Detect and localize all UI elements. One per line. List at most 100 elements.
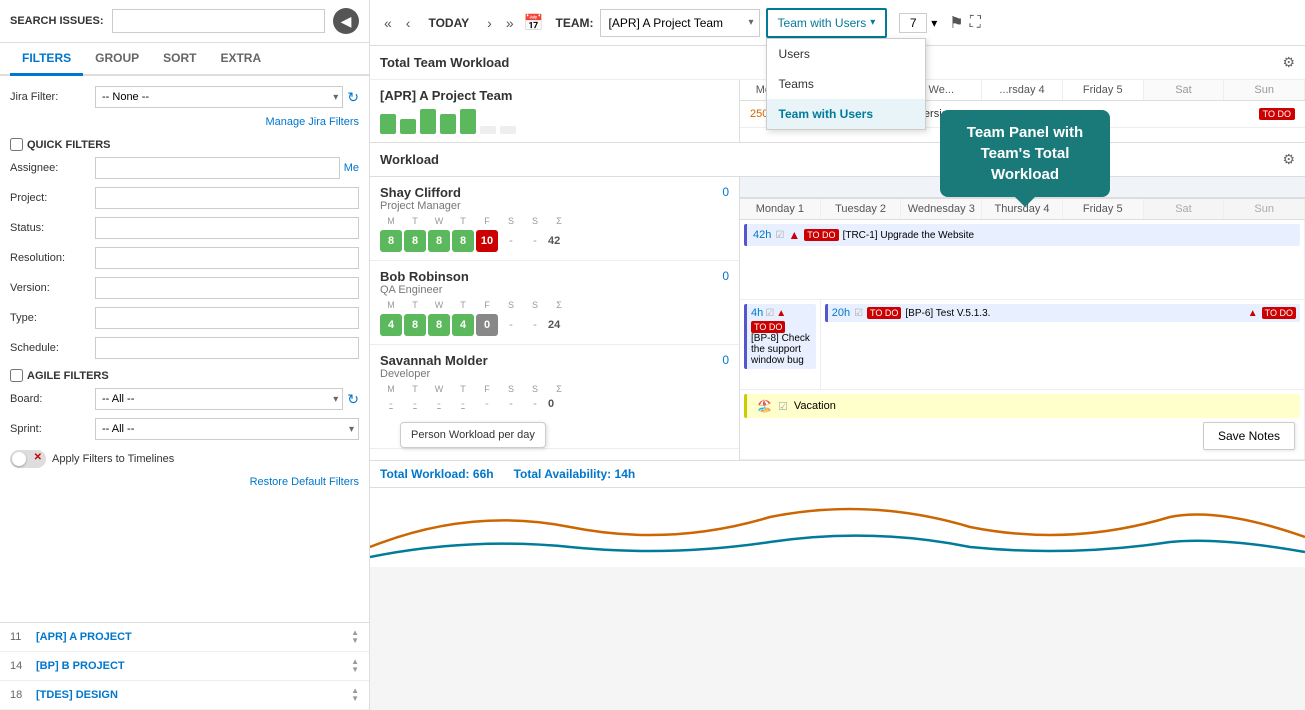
- prev-button[interactable]: ‹: [402, 13, 415, 33]
- bob-issue-bp8[interactable]: 4h ☑ ▲ TO DO [BP-8] Check the support wi…: [744, 304, 816, 369]
- day-shay-0: 8: [380, 230, 402, 252]
- next-next-button[interactable]: »: [502, 13, 518, 33]
- days-row-shay: 8 8 8 8 10 - - 42: [370, 228, 739, 260]
- resolution-label: Resolution:: [10, 252, 95, 264]
- view-mode-button[interactable]: Team with Users ▾: [766, 8, 888, 38]
- person-role-savannah: Developer: [380, 368, 722, 380]
- workload-title: Workload: [380, 152, 1282, 167]
- agile-filters-checkbox[interactable]: [10, 369, 23, 382]
- num-days-dropdown[interactable]: ▾: [929, 14, 939, 32]
- view-option-teams[interactable]: Teams: [767, 69, 925, 99]
- day-sav-2: -: [428, 398, 450, 410]
- workload-persons: Shay Clifford Project Manager 0 M T W T: [370, 177, 740, 460]
- manage-filters-link[interactable]: Manage Jira Filters: [10, 116, 359, 128]
- bar-1: [400, 119, 416, 134]
- person-header-shay: Shay Clifford Project Manager 0: [370, 177, 739, 216]
- total-team-workload-gear-button[interactable]: ⚙: [1282, 54, 1295, 71]
- top-nav: « ‹ TODAY › » 📅 TEAM: [APR] A Project Te…: [370, 0, 1305, 46]
- project-input[interactable]: [95, 187, 359, 209]
- schedule-label: Schedule:: [10, 342, 95, 354]
- jira-filter-select[interactable]: -- None --: [95, 86, 343, 108]
- days-labels-savannah: M T W T F S S Σ: [370, 384, 739, 396]
- projects-list: 11 [APR] A PROJECT ▲ ▼ 14 [BP] B PROJECT…: [0, 622, 369, 710]
- day-sav-1: -: [404, 398, 426, 410]
- sprint-select[interactable]: -- All --: [95, 418, 359, 440]
- tab-sort[interactable]: SORT: [151, 43, 208, 76]
- assignee-input[interactable]: [95, 157, 340, 179]
- next-button[interactable]: ›: [483, 13, 496, 33]
- person-workload-tooltip: Person Workload per day: [400, 422, 546, 448]
- status-input[interactable]: [95, 217, 359, 239]
- person-header-bob: Bob Robinson QA Engineer 0: [370, 261, 739, 300]
- flag-icon[interactable]: ⚑: [949, 13, 963, 33]
- type-input[interactable]: [95, 307, 359, 329]
- apply-filters-label: Apply Filters to Timelines: [52, 453, 174, 465]
- back-button[interactable]: ◀: [333, 8, 359, 34]
- search-input[interactable]: [112, 9, 325, 33]
- board-select[interactable]: -- All --: [95, 388, 343, 410]
- schedule-input[interactable]: [95, 337, 359, 359]
- team-select[interactable]: [APR] A Project Team: [600, 9, 760, 37]
- cal-day-4: Friday 5: [1063, 80, 1144, 100]
- sprint-label: Sprint:: [10, 423, 95, 435]
- jira-filter-select-wrap: -- None --: [95, 86, 343, 108]
- person-role-bob: QA Engineer: [380, 284, 722, 296]
- tab-extra[interactable]: EXTRA: [208, 43, 273, 76]
- agile-filters-title: AGILE FILTERS: [27, 370, 109, 382]
- person-count-shay: 0: [722, 185, 729, 199]
- quick-filters-title: QUICK FILTERS: [27, 139, 111, 151]
- days-labels-shay: M T W T F S S Σ: [370, 216, 739, 228]
- shay-timeline-row: 42h ☑ ▲ TO DO [TRC-1] Upgrade the Websit…: [740, 220, 1305, 300]
- today-button[interactable]: TODAY: [420, 12, 477, 34]
- me-link[interactable]: Me: [344, 162, 359, 174]
- version-input[interactable]: [95, 277, 359, 299]
- expand-icon[interactable]: ⛶: [970, 14, 981, 32]
- cal-day-sun: Sun: [1224, 80, 1305, 100]
- status-label: Status:: [10, 222, 95, 234]
- day-bob-0: 4: [380, 314, 402, 336]
- calendar-icon-button[interactable]: 📅: [524, 13, 544, 33]
- project-item-apr[interactable]: 11 [APR] A PROJECT ▲ ▼: [0, 623, 369, 652]
- day-bob-1: 8: [404, 314, 426, 336]
- save-notes-button[interactable]: Save Notes: [1203, 422, 1295, 450]
- person-row-bob: Bob Robinson QA Engineer 0 M T W T F: [370, 261, 739, 345]
- jira-filter-refresh-icon[interactable]: ↻: [347, 89, 359, 106]
- restore-filters-link[interactable]: Restore Default Filters: [10, 476, 359, 488]
- toggle-knob: [12, 452, 26, 466]
- project-name-bp: [BP] B PROJECT: [36, 660, 347, 672]
- workload-gear-button[interactable]: ⚙: [1282, 151, 1295, 168]
- apply-filters-toggle[interactable]: ✕: [10, 450, 46, 468]
- tab-filters[interactable]: FILTERS: [10, 43, 83, 76]
- prev-prev-button[interactable]: «: [380, 13, 396, 33]
- sprint-select-wrap: -- All --: [95, 418, 359, 440]
- board-refresh-icon[interactable]: ↻: [347, 391, 359, 408]
- project-label: Project:: [10, 192, 95, 204]
- assignee-label: Assignee:: [10, 162, 95, 174]
- project-item-tdes[interactable]: 18 [TDES] DESIGN ▲ ▼: [0, 681, 369, 710]
- days-row-savannah: - - - - - - - 0: [370, 396, 739, 418]
- day-shay-3: 8: [452, 230, 474, 252]
- view-option-users[interactable]: Users: [767, 39, 925, 69]
- project-arrows-bp: ▲ ▼: [351, 658, 359, 674]
- day-shay-1: 8: [404, 230, 426, 252]
- bob-issue-bp6[interactable]: 20h ☑ TO DO [BP-6] Test V.5.1.3. ▲ TO DO: [825, 304, 1300, 322]
- savannah-vacation-block[interactable]: 🏖️ ☑ Vacation: [744, 394, 1300, 418]
- bar-4: [460, 109, 476, 134]
- tab-group[interactable]: GROUP: [83, 43, 151, 76]
- chart-area: [370, 487, 1305, 567]
- person-count-savannah: 0: [722, 353, 729, 367]
- num-days-badge: 7: [899, 13, 927, 33]
- project-arrows-apr: ▲ ▼: [351, 629, 359, 645]
- resolution-input[interactable]: [95, 247, 359, 269]
- bottom-bar: Total Workload: 66h Total Availability: …: [370, 460, 1305, 487]
- shay-issue-trc1[interactable]: 42h ☑ ▲ TO DO [TRC-1] Upgrade the Websit…: [744, 224, 1300, 246]
- project-num-tdes: 18: [10, 689, 30, 701]
- day-sav-4: -: [476, 398, 498, 410]
- person-name-shay: Shay Clifford: [380, 185, 722, 200]
- quick-filters-checkbox[interactable]: [10, 138, 23, 151]
- day-shay-4: 10: [476, 230, 498, 252]
- view-option-team-with-users[interactable]: Team with Users: [767, 99, 925, 129]
- day-bob-3: 4: [452, 314, 474, 336]
- project-item-bp[interactable]: 14 [BP] B PROJECT ▲ ▼: [0, 652, 369, 681]
- workload-calendar-area: #6 February 1 — 7 2021 Monday 1 Tuesday …: [740, 177, 1305, 460]
